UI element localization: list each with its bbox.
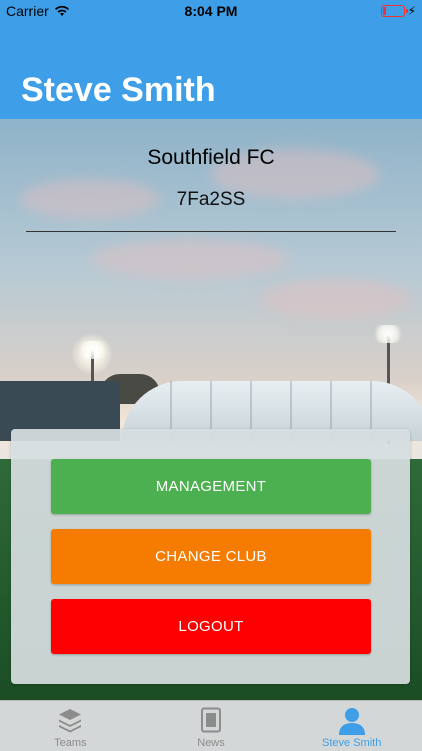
clock: 8:04 PM xyxy=(184,3,238,19)
tab-profile-label: Steve Smith xyxy=(322,737,382,749)
battery-icon xyxy=(380,5,408,17)
tab-teams[interactable]: Teams xyxy=(0,701,141,751)
tab-bar: Teams News Steve Smith xyxy=(0,700,422,751)
tab-news-label: News xyxy=(197,737,225,749)
charging-icon: ⚡ xyxy=(407,4,416,18)
page-title: Steve Smith xyxy=(21,71,216,109)
person-icon xyxy=(338,708,365,735)
tab-news[interactable]: News xyxy=(141,701,282,751)
newspaper-icon xyxy=(201,707,221,733)
layers-icon xyxy=(59,709,82,733)
change-club-button[interactable]: CHANGE CLUB xyxy=(51,529,371,584)
club-name: Southfield FC xyxy=(147,146,275,169)
status-bar: Carrier 8:04 PM ⚡ xyxy=(0,0,422,22)
battery-indicator: ⚡ xyxy=(380,4,416,18)
navigation-bar: Carrier 8:04 PM ⚡ Steve Smith xyxy=(0,0,422,119)
divider xyxy=(26,231,396,232)
management-button[interactable]: MANAGEMENT xyxy=(51,459,371,514)
actions-panel: MANAGEMENT CHANGE CLUB LOGOUT xyxy=(11,429,410,684)
tab-profile[interactable]: Steve Smith xyxy=(281,701,422,751)
club-code: 7Fa2SS xyxy=(176,189,246,210)
tab-teams-label: Teams xyxy=(54,737,87,749)
logout-button[interactable]: LOGOUT xyxy=(51,599,371,654)
